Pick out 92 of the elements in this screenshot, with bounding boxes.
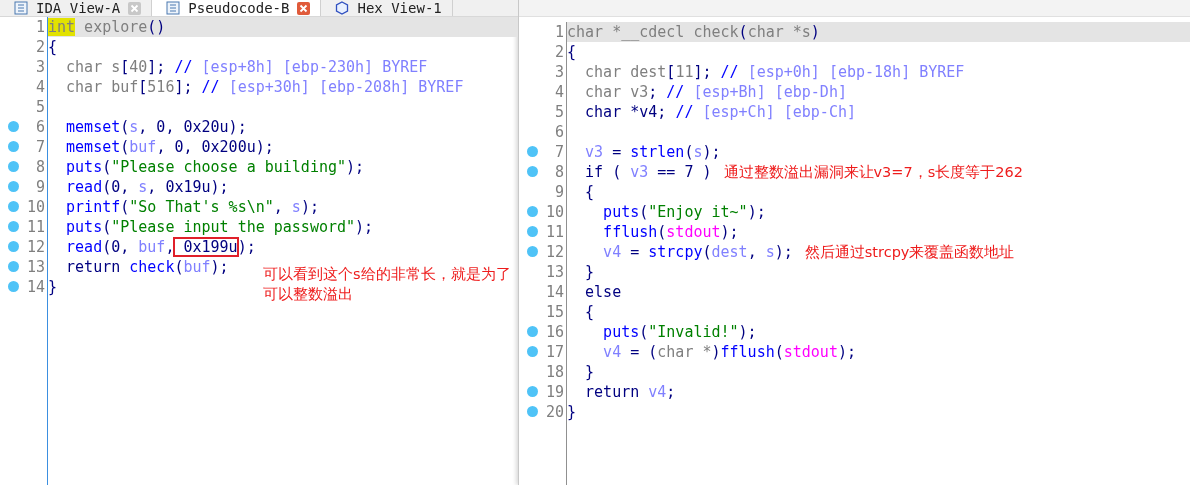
line-number: 5 — [35, 97, 45, 117]
code-line: return check(buf); — [65, 257, 229, 277]
breakpoint-icon[interactable] — [8, 221, 19, 232]
breakpoint-icon[interactable] — [8, 161, 19, 172]
line-number: 19 — [545, 382, 564, 402]
breakpoint-icon[interactable] — [8, 201, 19, 212]
code-line: puts("Please choose a building"); — [65, 157, 365, 177]
code-line: } — [567, 402, 577, 422]
line-number: 8 — [35, 157, 45, 177]
line-number: 16 — [545, 322, 564, 342]
line-number: 1 — [554, 22, 564, 42]
line-number: 11 — [26, 217, 45, 237]
line-number: 20 — [545, 402, 564, 422]
line-number: 2 — [554, 42, 564, 62]
annotation-text: 通过整数溢出漏洞来让v3=7，s长度等于262 — [723, 162, 1023, 182]
line-number: 4 — [554, 82, 564, 102]
hexagon-icon — [335, 1, 350, 15]
breakpoint-icon[interactable] — [527, 166, 538, 177]
line-number: 17 — [545, 342, 564, 362]
breakpoint-icon[interactable] — [8, 181, 19, 192]
breakpoint-icon[interactable] — [527, 406, 538, 417]
line-number: 14 — [545, 282, 564, 302]
tab[interactable]: Hex View-1 — [321, 0, 453, 16]
breakpoint-icon[interactable] — [8, 241, 19, 252]
line-number: 13 — [26, 257, 45, 277]
code-line: puts("Enjoy it~"); — [602, 202, 766, 222]
code-line: memset(buf, 0, 0x200u); — [65, 137, 274, 157]
code-line: if ( v3 == 7 ) — [584, 162, 712, 182]
code-line: v3 = strlen(s); — [584, 142, 721, 162]
code-line: char dest[11]; // [esp+0h] [ebp-18h] BYREF — [584, 62, 965, 82]
code-line: } — [584, 362, 595, 382]
tab[interactable]: IDA View-A — [0, 0, 153, 16]
annotation-text: 可以看到这个s给的非常长，就是为了 可以整数溢出 — [263, 265, 511, 304]
line-number: 10 — [545, 202, 564, 222]
code-line: { — [584, 302, 595, 322]
breakpoint-icon[interactable] — [527, 226, 538, 237]
breakpoint-icon[interactable] — [527, 346, 538, 357]
code-line: memset(s, 0, 0x20u); — [65, 117, 247, 137]
code-line: puts("Invalid!"); — [602, 322, 757, 342]
breakpoint-icon[interactable] — [8, 121, 19, 132]
line-number: 6 — [35, 117, 45, 137]
line-number: 4 — [35, 77, 45, 97]
code-line: read(0, buf, 0x199u); — [65, 237, 256, 257]
code-line: char buf[516]; // [esp+30h] [ebp-208h] BYREF — [65, 77, 464, 97]
line-number: 5 — [554, 102, 564, 122]
line-number: 18 — [545, 362, 564, 382]
line-number: 1 — [35, 17, 45, 37]
line-number: 12 — [26, 237, 45, 257]
code-line: } — [584, 262, 595, 282]
line-number: 3 — [35, 57, 45, 77]
code-line: fflush(stdout); — [602, 222, 739, 242]
breakpoint-icon[interactable] — [527, 146, 538, 157]
breakpoint-icon[interactable] — [527, 326, 538, 337]
line-number: 9 — [554, 182, 564, 202]
breakpoint-icon[interactable] — [527, 206, 538, 217]
breakpoint-icon[interactable] — [8, 261, 19, 272]
line-number: 7 — [554, 142, 564, 162]
breakpoint-icon[interactable] — [8, 281, 19, 292]
line-number: 8 — [554, 162, 564, 182]
code-line: puts("Please input the password"); — [65, 217, 374, 237]
line-number: 12 — [545, 242, 564, 262]
line-number: 10 — [26, 197, 45, 217]
code-line: } — [48, 277, 58, 297]
code-line: { — [48, 37, 58, 57]
highlight-box: 0x199u — [174, 238, 238, 256]
code-line: char v3; // [esp+Bh] [ebp-Dh] — [584, 82, 847, 102]
line-number: 3 — [554, 62, 564, 82]
code-line: read(0, s, 0x19u); — [65, 177, 229, 197]
line-number: 9 — [35, 177, 45, 197]
breakpoint-icon[interactable] — [527, 246, 538, 257]
code-line: char *v4; // [esp+Ch] [ebp-Ch] — [584, 102, 856, 122]
line-number: 13 — [545, 262, 564, 282]
line-number: 7 — [35, 137, 45, 157]
code-line: v4 = strcpy(dest, s); — [602, 242, 793, 262]
code-line: { — [584, 182, 595, 202]
code-line: char s[40]; // [esp+8h] [ebp-230h] BYREF — [65, 57, 428, 77]
code-line: { — [567, 42, 577, 62]
breakpoint-icon[interactable] — [527, 386, 538, 397]
tab[interactable]: Pseudocode-B — [152, 0, 322, 16]
breakpoint-icon[interactable] — [8, 141, 19, 152]
code-line: else — [584, 282, 622, 302]
code-line: v4 = (char *)fflush(stdout); — [602, 342, 856, 362]
line-number: 14 — [26, 277, 45, 297]
line-number: 2 — [35, 37, 45, 57]
code-line: return v4; — [584, 382, 676, 402]
code-line: printf("So That's %s\n", s); — [65, 197, 319, 217]
line-number: 6 — [554, 122, 564, 142]
close-icon[interactable] — [128, 1, 142, 15]
annotation-text: 然后通过strcpy来覆盖函数地址 — [804, 242, 1015, 262]
line-number: 15 — [545, 302, 564, 322]
close-icon[interactable] — [297, 1, 311, 15]
line-number: 11 — [545, 222, 564, 242]
